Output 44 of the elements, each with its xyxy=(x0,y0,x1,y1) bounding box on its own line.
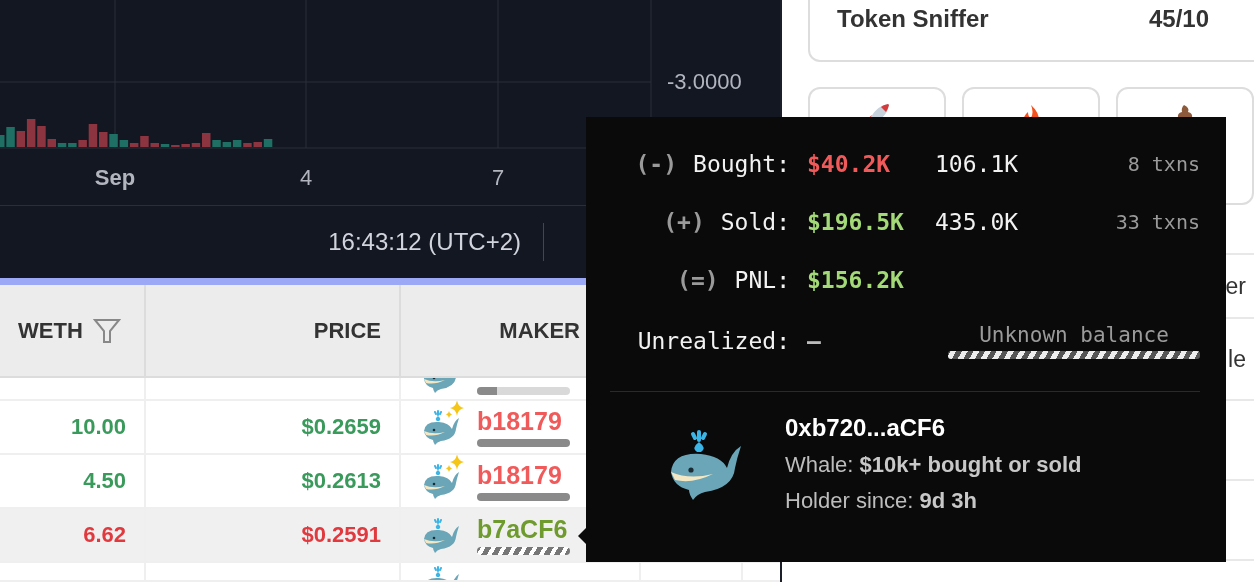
sparkles-icon xyxy=(445,455,465,473)
txn-count: 33 txns xyxy=(1114,210,1200,234)
whale-icon xyxy=(421,407,461,447)
stat-value: $156.2K xyxy=(806,267,905,293)
txn-count: 8 txns xyxy=(1126,152,1200,176)
filter-icon[interactable] xyxy=(92,317,121,344)
price-value: $0.2659 xyxy=(301,414,381,440)
stat-label: Bought: xyxy=(693,151,790,177)
sign-label: (-) xyxy=(635,151,678,177)
stat-value: $40.2K xyxy=(806,151,892,177)
clock-label: 16:43:12 (UTC+2) xyxy=(328,228,521,256)
stat-label: PNL: xyxy=(734,267,790,293)
stat-value: $196.5K xyxy=(806,209,905,235)
sparkles-icon xyxy=(445,401,465,419)
time-axis-label: Sep xyxy=(94,164,136,192)
token-amount: 106.1K xyxy=(935,151,1020,177)
weth-amount: 6.62 xyxy=(83,522,126,548)
balance-note: Unknown balance xyxy=(979,323,1169,347)
time-axis-label: 7 xyxy=(491,164,505,192)
sign-label: (=) xyxy=(677,267,719,293)
sign-label: (+) xyxy=(663,209,705,235)
column-header: PRICE xyxy=(313,317,381,344)
column-header-cell[interactable]: WETH xyxy=(0,285,146,378)
token-amount: 435.0K xyxy=(935,209,1020,235)
price-axis-label: -3.0000 xyxy=(667,68,742,96)
stat-value: – xyxy=(806,328,822,354)
price-value: $0.2591 xyxy=(301,522,381,548)
wallet-detail: Whale: $10k+ bought or sold xyxy=(785,452,1082,478)
stat-label: Sold: xyxy=(720,209,790,235)
wallet-detail: Holder since: 9d 3h xyxy=(785,488,978,514)
card-title: Token Sniffer xyxy=(837,4,989,34)
list-label: le xyxy=(1228,345,1246,373)
score-value: 45/10 xyxy=(1148,4,1210,34)
column-header: WETH xyxy=(18,317,83,344)
whale-icon xyxy=(421,515,461,555)
column-header: MAKER xyxy=(499,317,580,344)
weth-amount: 10.00 xyxy=(70,414,126,440)
column-header-cell[interactable]: PRICE xyxy=(146,285,401,378)
time-axis-label: 4 xyxy=(299,164,313,192)
weth-amount: 4.50 xyxy=(83,468,126,494)
list-label: er xyxy=(1225,272,1246,300)
price-value: $0.2613 xyxy=(301,468,381,494)
wallet-address: 0xb720...aCF6 xyxy=(785,414,947,442)
whale-icon xyxy=(421,461,461,501)
